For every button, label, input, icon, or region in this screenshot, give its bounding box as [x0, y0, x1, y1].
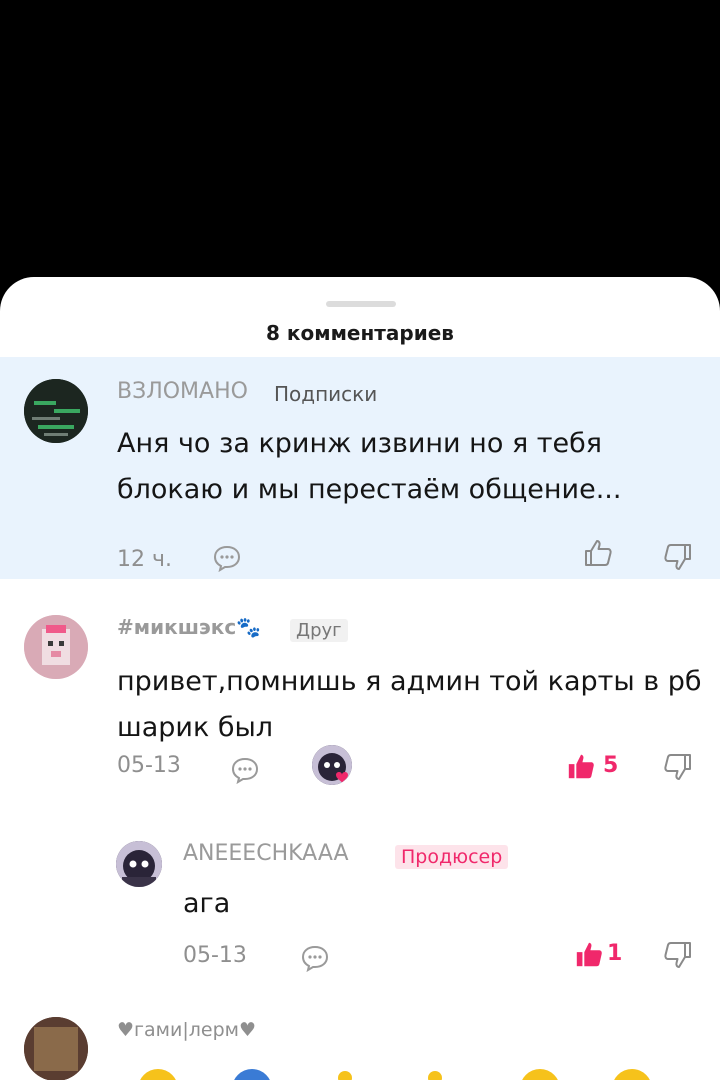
avatar[interactable]	[24, 379, 88, 443]
user-tag: Друг	[290, 619, 348, 642]
drag-handle[interactable]	[326, 301, 396, 307]
emoji-bar	[0, 1069, 720, 1080]
user-tag: Подписки	[274, 382, 378, 406]
emoji-icon[interactable]	[612, 1069, 652, 1080]
avatar-image	[24, 379, 88, 443]
avatar[interactable]	[116, 841, 162, 887]
emoji-icon[interactable]	[520, 1069, 560, 1080]
username[interactable]: ♥гами|лерм♥	[117, 1019, 256, 1041]
username[interactable]: ANEEECHKAAA	[183, 841, 349, 866]
emoji-icon[interactable]	[428, 1071, 442, 1080]
emoji-icon[interactable]	[232, 1069, 272, 1080]
avatar[interactable]	[24, 615, 88, 679]
comments-count-title: 8 комментариев	[266, 321, 454, 345]
comment-text: привет,помнишь я админ той карты в рб ша…	[117, 666, 702, 743]
comment-item: ♥гами|лерм♥	[0, 971, 720, 1080]
creator-liked-avatar	[312, 745, 352, 785]
reply-item: ANEEECHKAAA Продюсер ага 05-13 1	[0, 791, 720, 973]
comment-text: Аня чо за кринж извини но я тебя блокаю …	[117, 428, 622, 505]
like-count: 1	[607, 941, 623, 966]
liked-icon[interactable]	[566, 751, 596, 781]
dislike-icon[interactable]	[662, 751, 694, 783]
comment-time: 05-13	[117, 753, 181, 778]
like-icon[interactable]	[582, 537, 614, 569]
emoji-icon[interactable]	[338, 1071, 352, 1080]
liked-icon[interactable]	[574, 939, 604, 969]
comment-item: #микшэкс🐾 Друг привет,помнишь я админ то…	[0, 579, 720, 791]
avatar-image	[116, 841, 162, 887]
username[interactable]: ВЗЛОМАНО	[117, 379, 248, 404]
comment-text: ага	[183, 888, 231, 919]
reply-icon[interactable]	[300, 943, 330, 973]
reply-icon[interactable]	[212, 543, 242, 573]
username[interactable]: #микшэкс🐾	[117, 615, 261, 639]
comment-time: 12 ч.	[117, 547, 172, 572]
comment-item: ВЗЛОМАНО Подписки Аня чо за кринж извини…	[0, 357, 720, 579]
comment-time: 05-13	[183, 943, 247, 968]
user-tag: Продюсер	[395, 845, 509, 869]
comments-sheet: 8 комментариев ВЗЛОМАНО Подписки Аня чо …	[0, 277, 720, 1080]
emoji-icon[interactable]	[138, 1069, 178, 1080]
avatar-image	[24, 615, 88, 679]
avatar-image	[312, 745, 352, 785]
like-count: 5	[603, 753, 619, 778]
dislike-icon[interactable]	[662, 939, 694, 971]
reply-icon[interactable]	[230, 755, 260, 785]
dislike-icon[interactable]	[662, 541, 694, 573]
